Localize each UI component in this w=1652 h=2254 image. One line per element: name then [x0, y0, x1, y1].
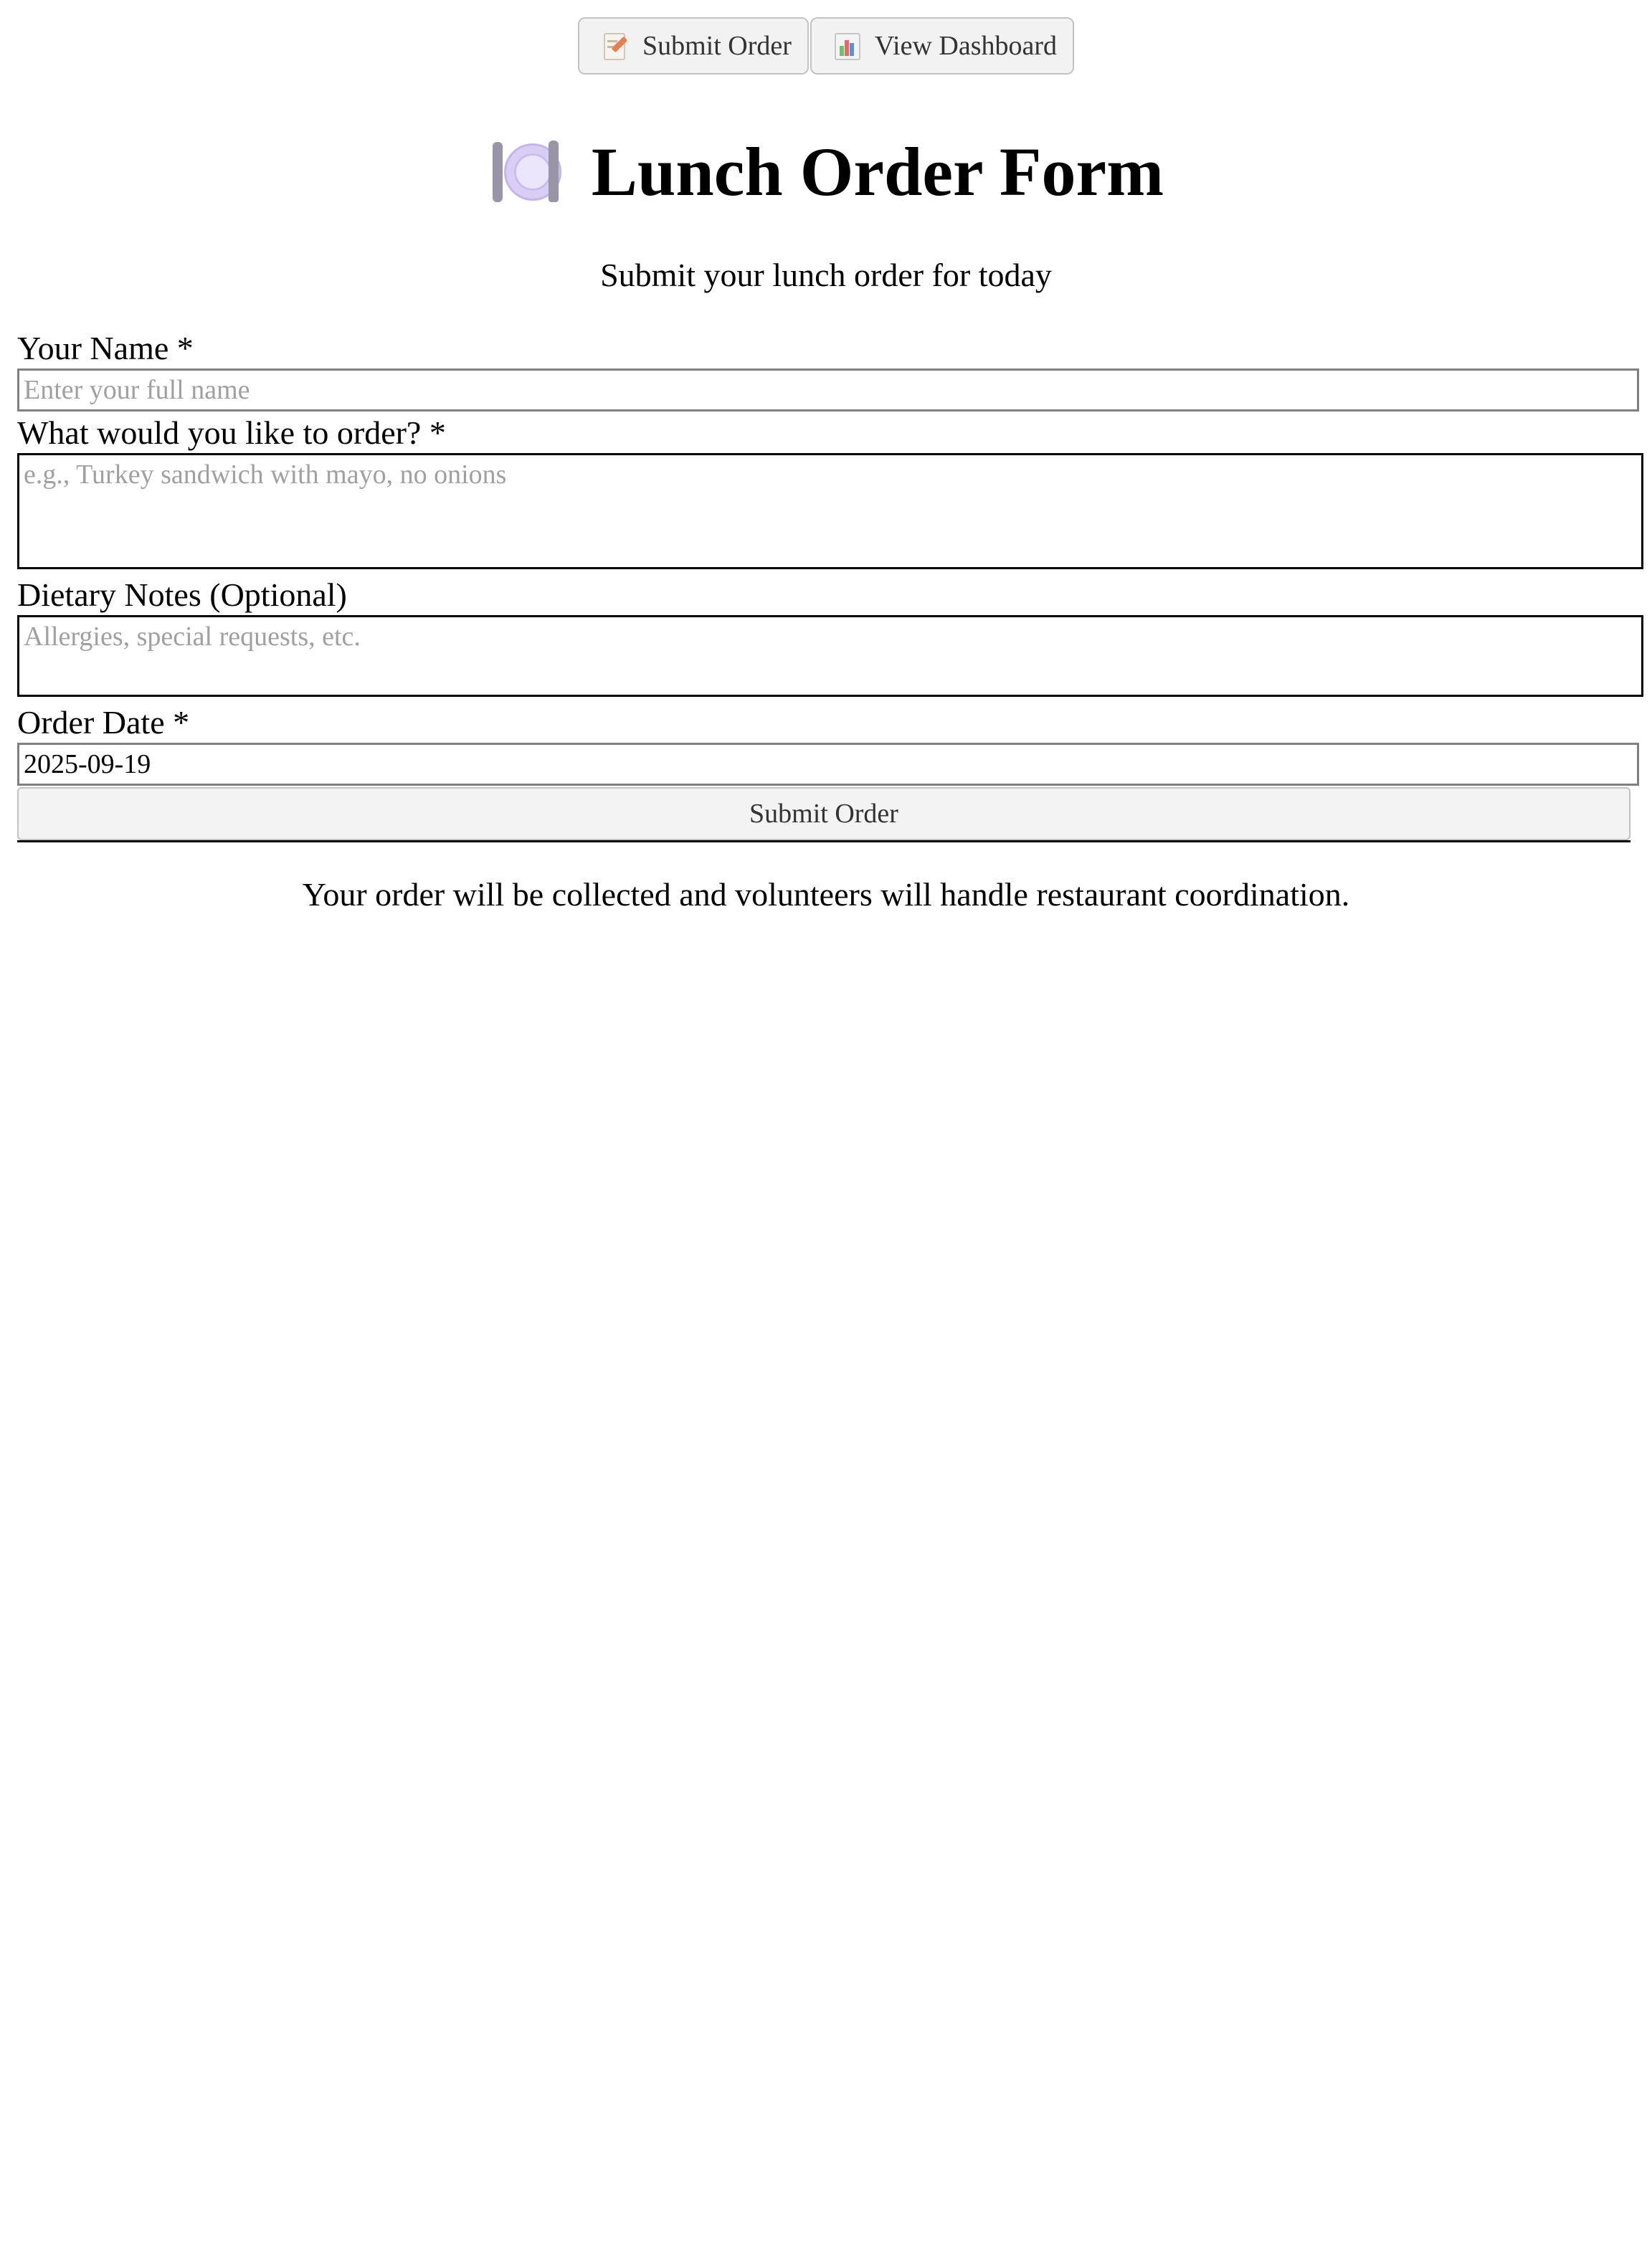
nav-view-dashboard-button[interactable]: View Dashboard — [810, 17, 1075, 75]
submit-order-button[interactable]: Submit Order — [17, 787, 1630, 840]
name-label: Your Name * — [17, 330, 194, 366]
plate-with-cutlery-icon — [488, 136, 563, 208]
order-textarea[interactable] — [17, 453, 1643, 569]
nav-submit-order-button[interactable]: Submit Order — [577, 17, 809, 75]
name-input[interactable] — [17, 368, 1639, 412]
footer-note: Your order will be collected and volunte… — [302, 876, 1350, 913]
nav-submit-order-label: Submit Order — [642, 31, 792, 61]
page-title: Lunch Order Form — [591, 133, 1164, 210]
page: Submit Order View Dashboard Lunch Order … — [0, 0, 1652, 2254]
dietary-notes-textarea[interactable] — [17, 615, 1643, 697]
memo-icon — [601, 32, 628, 60]
order-label: What would you like to order? * — [17, 414, 446, 451]
page-header: Lunch Order Form — [0, 129, 1652, 215]
page-subtitle: Submit your lunch order for today — [600, 257, 1052, 293]
order-date-label: Order Date * — [17, 704, 190, 741]
bar-chart-icon — [833, 32, 860, 60]
order-form: Your Name * What would you like to order… — [17, 327, 1643, 842]
order-date-input[interactable] — [17, 743, 1639, 786]
divider — [17, 840, 1630, 842]
dietary-notes-label: Dietary Notes (Optional) — [17, 576, 347, 613]
top-nav: Submit Order View Dashboard — [0, 17, 1652, 75]
nav-view-dashboard-label: View Dashboard — [874, 31, 1058, 61]
